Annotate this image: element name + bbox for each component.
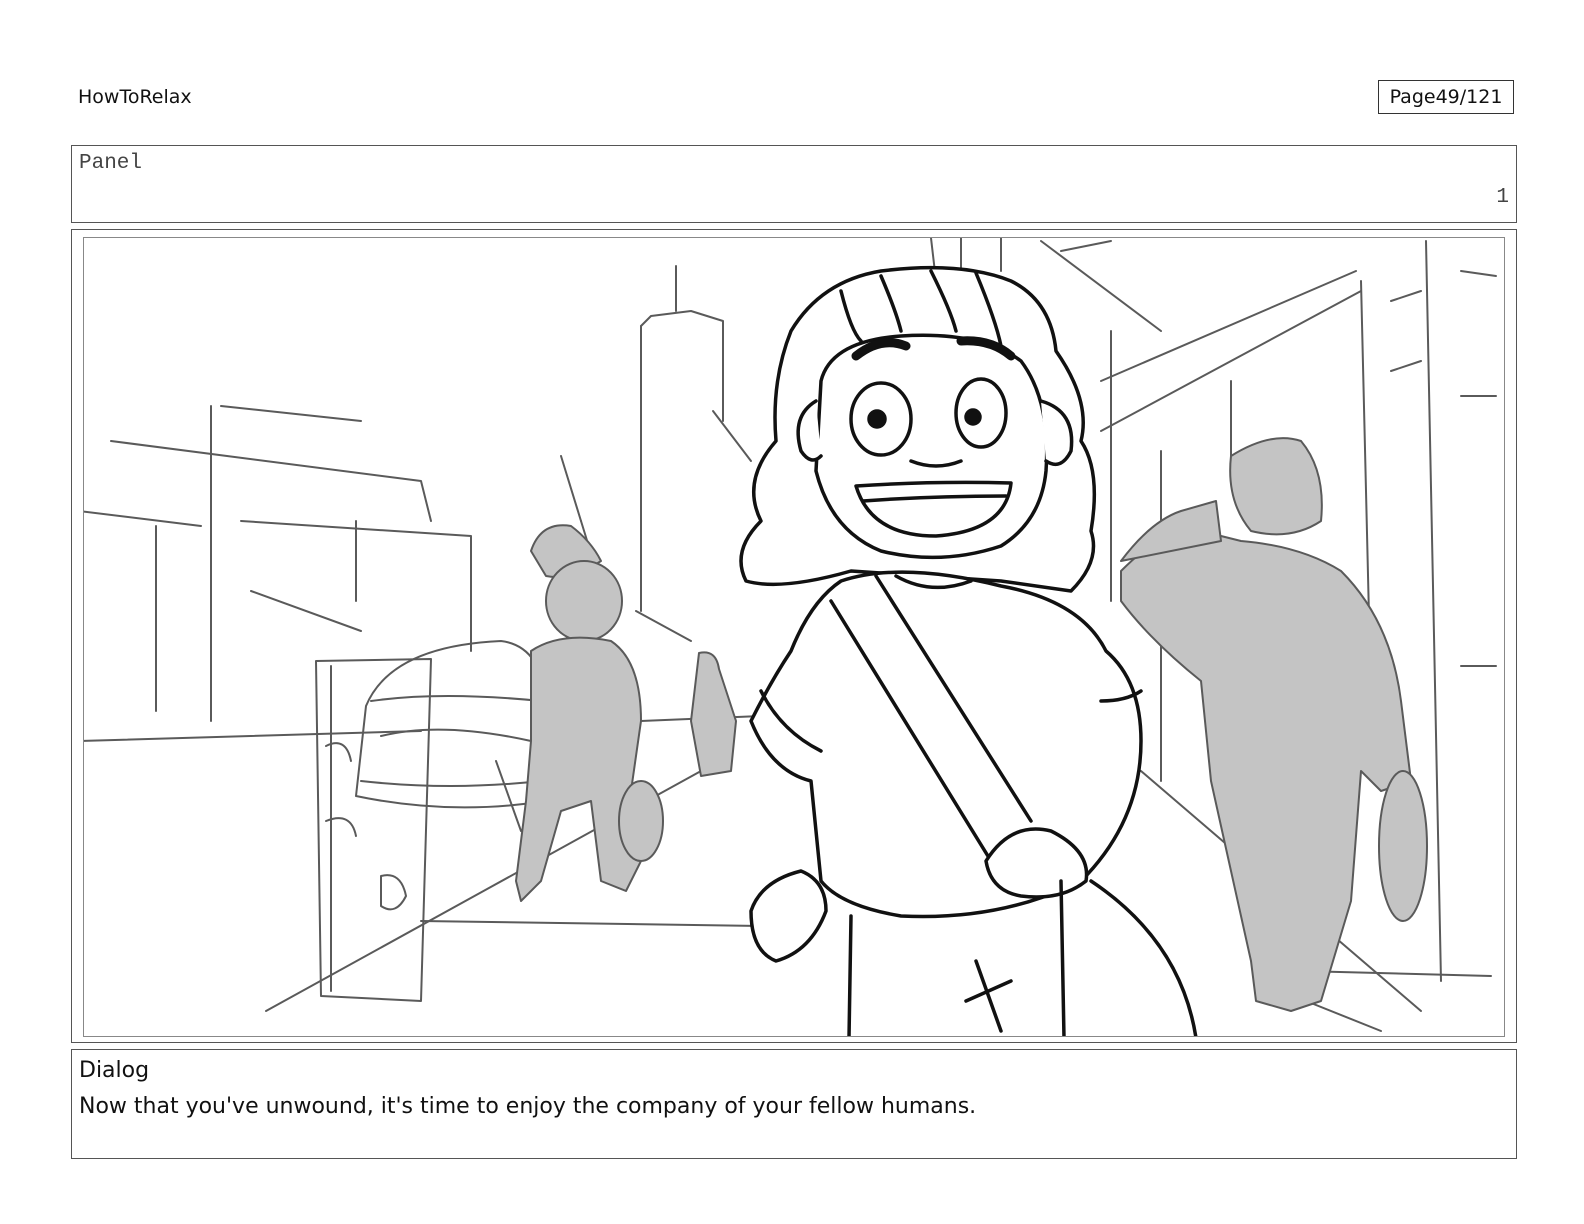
dialog-text: Now that you've unwound, it's time to en… bbox=[79, 1094, 977, 1119]
panel-header: Panel 1 bbox=[71, 145, 1517, 223]
dialog-label: Dialog bbox=[79, 1058, 150, 1083]
panel-label: Panel bbox=[79, 152, 143, 175]
document-title: HowToRelax bbox=[78, 86, 192, 108]
page-indicator: Page 49/121 bbox=[1378, 80, 1514, 114]
storyboard-sketch bbox=[84, 238, 1497, 1036]
page-label: Page bbox=[1389, 86, 1436, 108]
page-number: 49/121 bbox=[1435, 86, 1503, 108]
panel-number: 1 bbox=[1496, 186, 1509, 209]
storyboard-frame bbox=[83, 237, 1505, 1037]
dialog-box: Dialog Now that you've unwound, it's tim… bbox=[71, 1049, 1517, 1159]
